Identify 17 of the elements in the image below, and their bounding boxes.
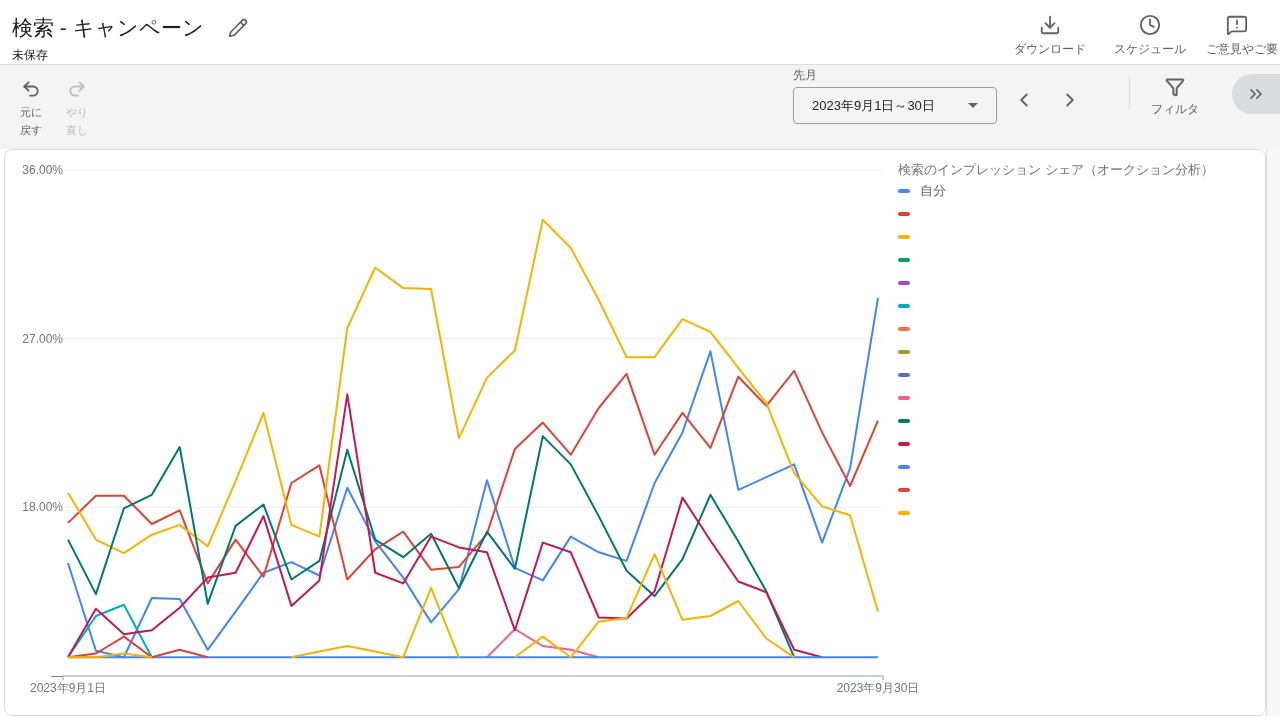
y-axis-label: — xyxy=(51,669,63,683)
filter-button[interactable]: フィルタ xyxy=(1130,65,1220,118)
date-range-caption: 先月 xyxy=(793,67,818,83)
header-action-button[interactable]: スケジュール xyxy=(1100,14,1200,58)
x-axis-label: 2023年9月30日 xyxy=(836,681,920,695)
date-range-dropdown[interactable]: 2023年9月1日～30日 xyxy=(793,87,997,124)
y-axis-label: 27.00% xyxy=(22,331,63,346)
report-title: 検索 - キャンペーン xyxy=(12,15,204,41)
y-axis-label: 36.00% xyxy=(22,163,63,177)
legend-label: 自分 xyxy=(920,182,946,201)
header-action-button[interactable]: ダウンロード xyxy=(1000,14,1100,58)
legend-title: 検索のインプレッション シェア（オークション分析） xyxy=(898,161,1214,179)
undo-button[interactable]: 元に戻す xyxy=(8,79,54,139)
save-status: 未保存 xyxy=(12,47,49,64)
x-axis-label: 2023年9月1日 xyxy=(30,681,106,695)
y-axis-label: 18.00% xyxy=(22,500,63,515)
header-action-button[interactable]: ご意見やご要 xyxy=(1200,14,1280,58)
